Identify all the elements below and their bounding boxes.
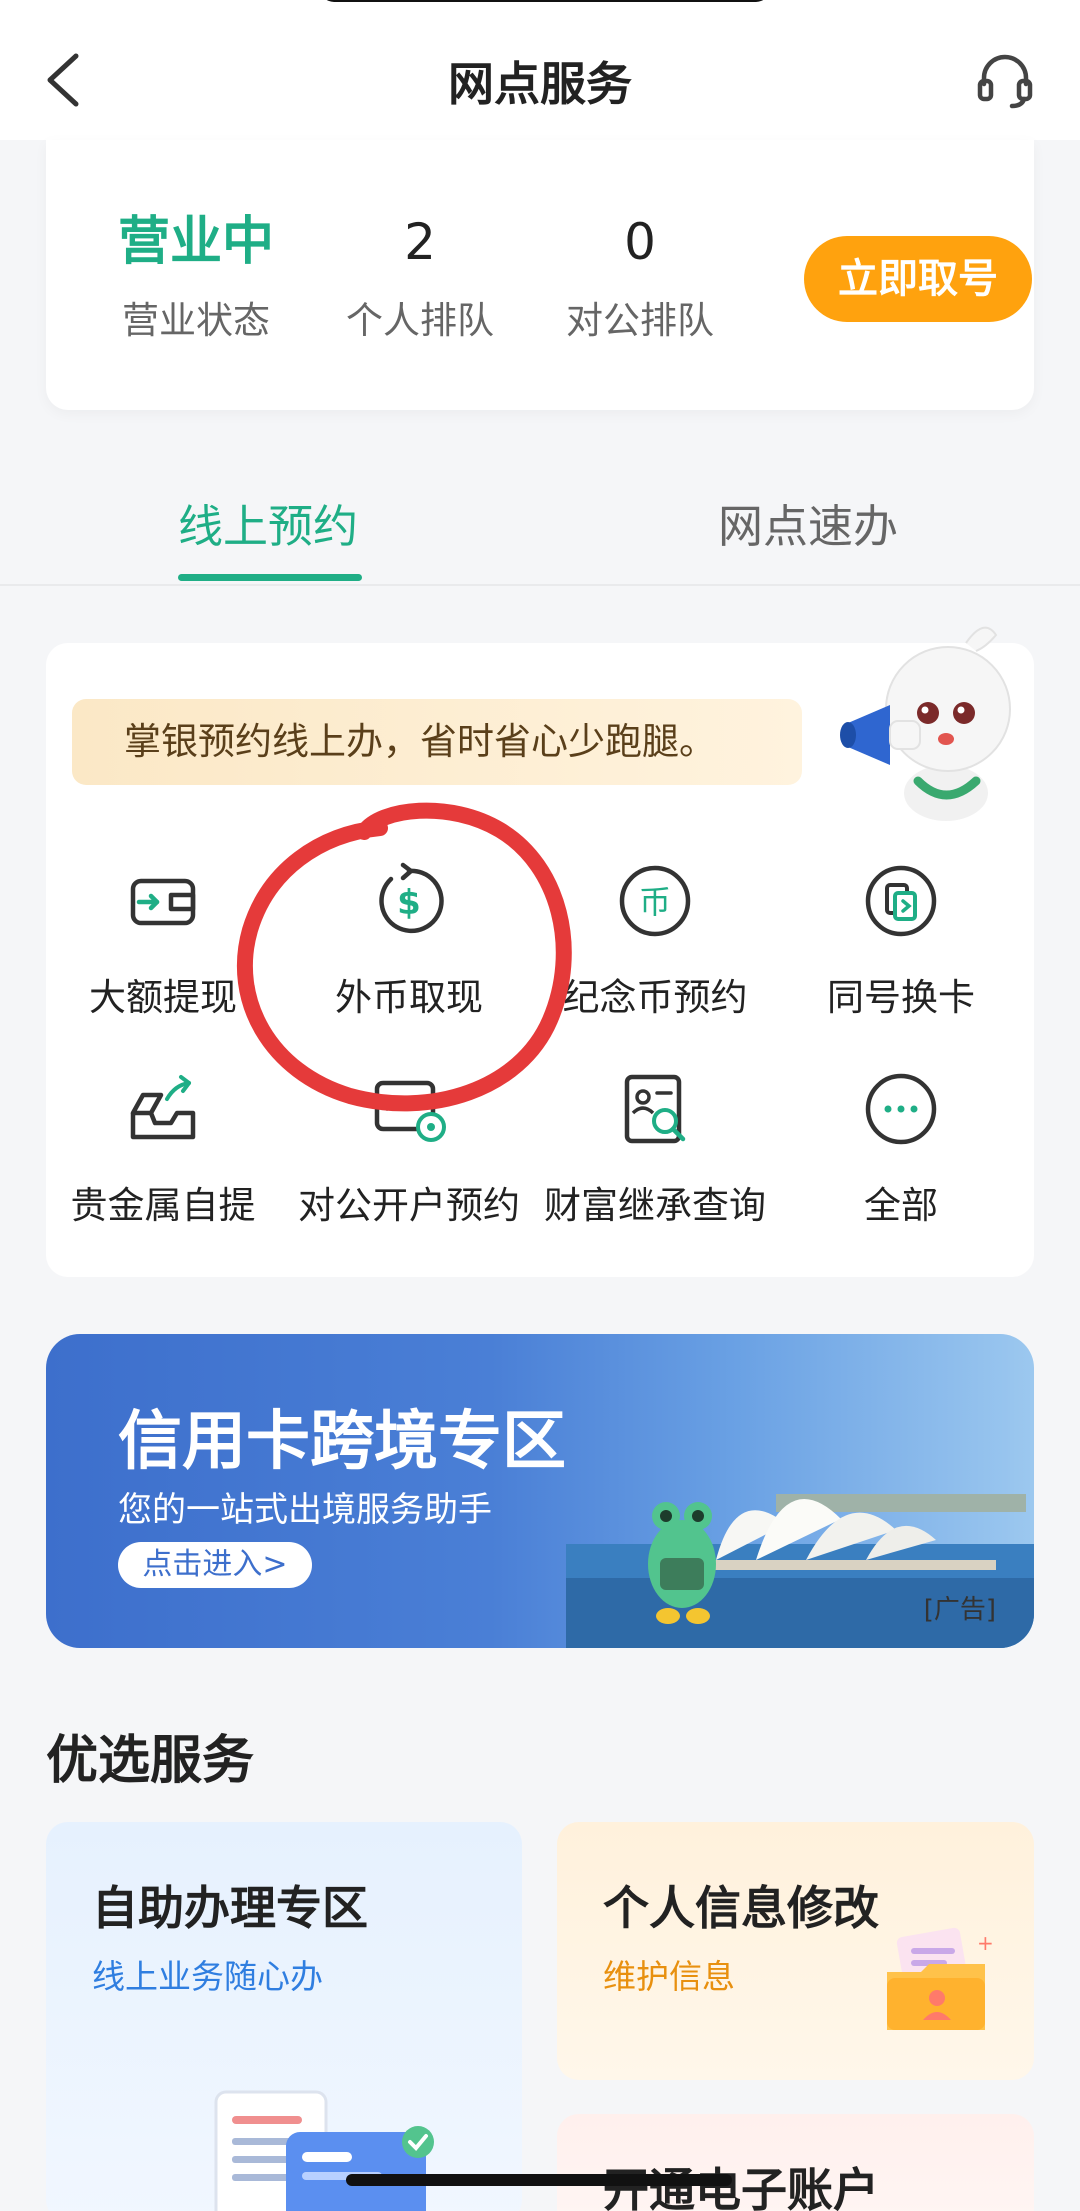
more-icon	[865, 1073, 937, 1145]
inheritance-search-icon	[624, 1074, 686, 1144]
mascot-megaphone-illustration	[840, 626, 1011, 821]
service-label: 对公开户预约	[298, 1184, 520, 1227]
svg-text:+: +	[977, 1931, 994, 1955]
gold-box-icon	[130, 1075, 196, 1140]
service-label: 财富继承查询	[544, 1184, 766, 1227]
service-commemorative-coin[interactable]: 币 纪念币预约	[535, 861, 775, 1021]
service-label: 全部	[864, 1184, 938, 1227]
ad-tag: [广告]	[923, 1595, 996, 1625]
card-subtitle: 维护信息	[603, 1957, 735, 1996]
home-indicator	[346, 2174, 732, 2186]
service-corporate-account[interactable]: 对公开户预约	[289, 1069, 529, 1229]
corporate-queue-label: 对公排队	[566, 299, 714, 342]
banner-title: 信用卡跨境专区	[118, 1405, 566, 1479]
business-status: 营业中 营业状态	[86, 212, 306, 344]
card-swap-icon	[865, 865, 937, 937]
credit-card-banner[interactable]: 信用卡跨境专区 您的一站式出境服务助手 点击进入> [广告]	[46, 1334, 1034, 1648]
service-label: 大额提现	[89, 976, 237, 1019]
service-label: 纪念币预约	[562, 976, 748, 1019]
self-service-card[interactable]: 自助办理专区 线上业务随心办	[46, 1822, 522, 2211]
service-label: 贵金属自提	[70, 1184, 256, 1227]
business-status-value: 营业中	[117, 212, 274, 272]
service-large-withdrawal[interactable]: 大额提现	[43, 861, 283, 1021]
documents-illustration	[214, 2090, 434, 2211]
personal-queue-count: 2	[404, 213, 436, 271]
service-tabs: 线上预约 网点速办	[0, 430, 1080, 586]
coin-icon: 币	[619, 865, 691, 937]
headset-icon	[977, 54, 1033, 109]
folder-illustration: +	[887, 1927, 994, 2030]
service-precious-metal-pickup[interactable]: 贵金属自提	[43, 1069, 283, 1229]
appointment-services-card: 掌银预约线上办，省时省心少跑腿。 大额提现 $ 外币取现 币 纪念币预约 同号换…	[43, 626, 1034, 1277]
device-notch	[320, 0, 770, 2]
personal-queue-label: 个人排队	[346, 299, 494, 342]
tab-branch-express[interactable]: 网点速办	[718, 490, 898, 555]
promo-bubble: 掌银预约线上办，省时省心少跑腿。	[72, 699, 802, 785]
corporate-queue: 0 对公排队	[530, 212, 750, 344]
business-status-label: 营业状态	[122, 299, 270, 342]
personal-queue: 2 个人排队	[310, 212, 530, 344]
corporate-queue-count: 0	[624, 213, 656, 271]
wallet-transfer-icon	[130, 878, 196, 926]
service-label: 外币取现	[335, 976, 483, 1019]
corporate-account-icon	[374, 1080, 446, 1142]
banner-subtitle: 您的一站式出境服务助手	[118, 1490, 492, 1530]
banner-enter-button[interactable]: 点击进入>	[118, 1542, 312, 1588]
page-title: 网点服务	[448, 57, 632, 111]
service-label: 同号换卡	[827, 976, 975, 1019]
service-wealth-inheritance[interactable]: 财富继承查询	[535, 1069, 775, 1229]
tab-online-appointment[interactable]: 线上预约	[178, 490, 358, 555]
svg-text:$: $	[397, 883, 421, 923]
personal-info-card[interactable]: 个人信息修改 维护信息 +	[557, 1822, 1034, 2080]
service-card-replacement[interactable]: 同号换卡	[781, 861, 1021, 1021]
svg-text:币: 币	[639, 883, 671, 921]
service-all[interactable]: 全部	[781, 1069, 1021, 1229]
top-nav-bar: 网点服务	[0, 0, 1080, 140]
branch-status-card: 营业中 营业状态 2 个人排队 0 对公排队 立即取号	[46, 140, 1034, 410]
service-foreign-currency-withdrawal[interactable]: $ 外币取现	[289, 861, 529, 1021]
take-number-button[interactable]: 立即取号	[804, 236, 1032, 322]
e-account-card[interactable]: 开通电子账户	[557, 2114, 1034, 2211]
active-tab-indicator	[178, 574, 362, 581]
card-subtitle: 线上业务随心办	[92, 1957, 323, 1996]
card-title: 自助办理专区	[92, 1881, 368, 1935]
featured-section-title: 优选服务	[46, 1731, 255, 1791]
customer-service-button[interactable]	[974, 48, 1036, 110]
card-title: 个人信息修改	[603, 1881, 879, 1935]
currency-refresh-icon: $	[379, 862, 444, 934]
